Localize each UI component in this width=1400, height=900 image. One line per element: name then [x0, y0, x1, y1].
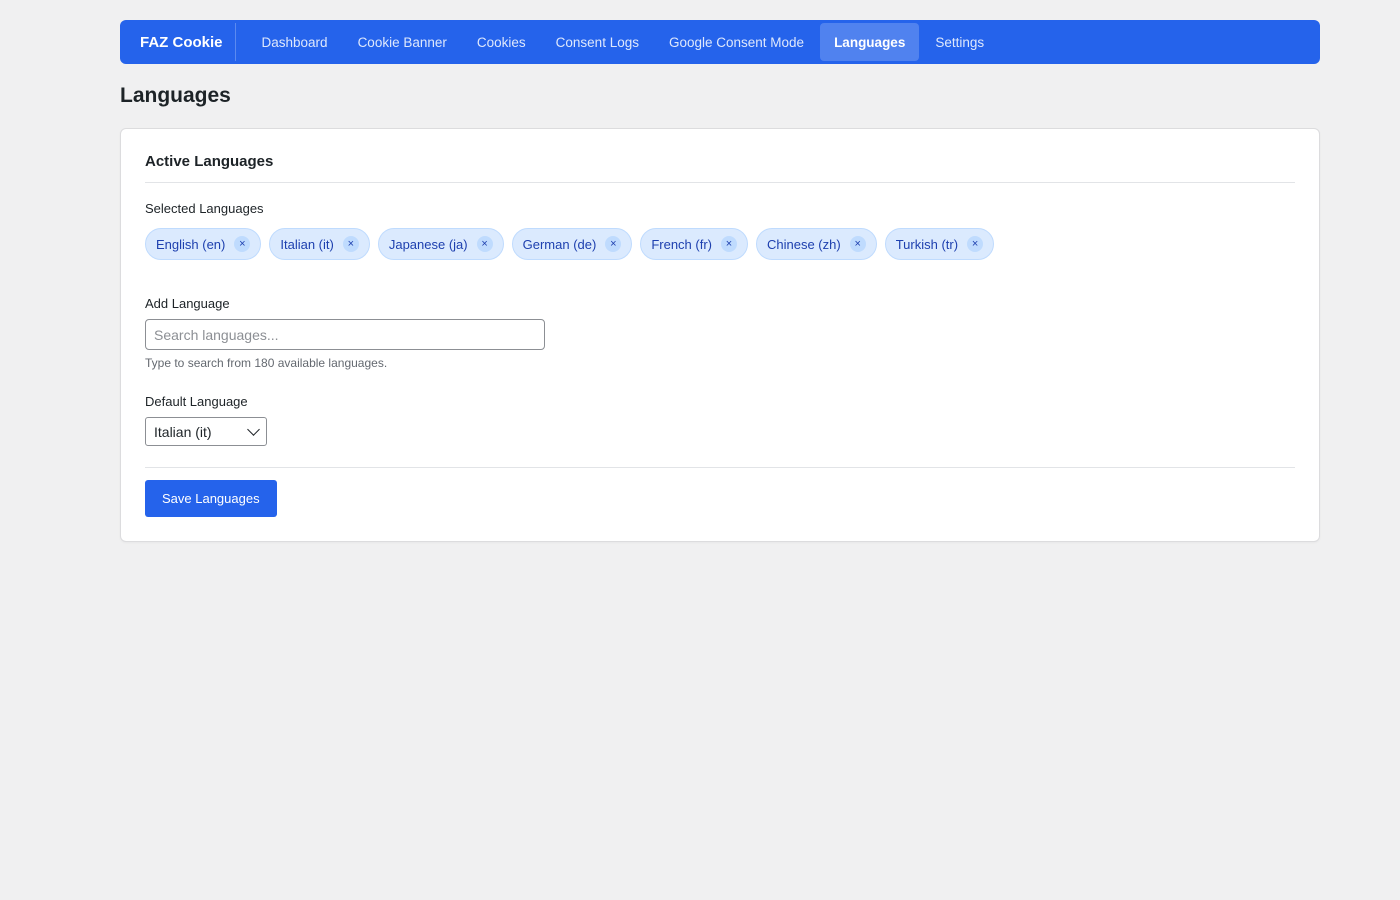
brand-logo: FAZ Cookie [140, 23, 236, 61]
remove-icon[interactable]: × [342, 236, 359, 252]
languages-card: Active Languages Selected Languages Engl… [120, 128, 1320, 542]
chip-label: Chinese (zh) [767, 236, 841, 252]
language-chip-zh: Chinese (zh) × [756, 228, 877, 260]
chip-label: English (en) [156, 236, 226, 252]
remove-icon[interactable]: × [967, 236, 984, 252]
nav-items: Dashboard Cookie Banner Cookies Consent … [248, 20, 1001, 64]
language-search-input[interactable] [145, 319, 545, 350]
selected-languages-list: English (en) × Italian (it) × Japanese (… [145, 228, 1295, 260]
nav-item-dashboard[interactable]: Dashboard [248, 23, 342, 61]
add-language-label: Add Language [145, 296, 230, 311]
nav-item-google-consent-mode[interactable]: Google Consent Mode [655, 23, 818, 61]
app-root: FAZ Cookie Dashboard Cookie Banner Cooki… [120, 20, 1320, 542]
remove-icon[interactable]: × [476, 236, 493, 252]
top-nav: FAZ Cookie Dashboard Cookie Banner Cooki… [120, 20, 1320, 64]
remove-icon[interactable]: × [234, 236, 251, 252]
chip-label: Japanese (ja) [388, 236, 468, 252]
save-languages-button[interactable]: Save Languages [145, 480, 277, 517]
language-chip-fr: French (fr) × [640, 228, 748, 260]
add-language-section: Add Language Type to search from 180 ava… [145, 296, 1295, 370]
chip-label: Italian (it) [280, 236, 334, 252]
nav-item-languages[interactable]: Languages [820, 23, 920, 61]
remove-icon[interactable]: × [605, 236, 622, 252]
nav-item-cookies[interactable]: Cookies [463, 23, 540, 61]
card-title: Active Languages [145, 153, 1295, 183]
default-language-label: Default Language [145, 394, 248, 409]
remove-icon[interactable]: × [721, 236, 737, 252]
page-title: Languages [120, 84, 231, 107]
default-language-select[interactable]: Italian (it) [145, 417, 267, 446]
language-chip-tr: Turkish (tr) × [884, 228, 995, 260]
selected-languages-label: Selected Languages [145, 201, 264, 216]
chip-label: Turkish (tr) [895, 236, 959, 252]
chevron-down-icon [247, 423, 260, 436]
nav-item-cookie-banner[interactable]: Cookie Banner [344, 23, 461, 61]
remove-icon[interactable]: × [849, 236, 866, 252]
language-chip-en: English (en) × [145, 228, 262, 260]
chip-label: French (fr) [651, 236, 712, 252]
language-chip-de: German (de) × [511, 228, 633, 260]
default-language-value: Italian (it) [154, 423, 212, 440]
language-chip-ja: Japanese (ja) × [377, 228, 504, 260]
chip-label: German (de) [522, 236, 597, 252]
nav-item-consent-logs[interactable]: Consent Logs [542, 23, 653, 61]
nav-item-settings[interactable]: Settings [921, 23, 998, 61]
default-language-section: Default Language Italian (it) [145, 394, 1295, 446]
language-chip-it: Italian (it) × [269, 228, 370, 260]
search-hint: Type to search from 180 available langua… [145, 356, 388, 370]
card-footer: Save Languages [145, 467, 1295, 517]
